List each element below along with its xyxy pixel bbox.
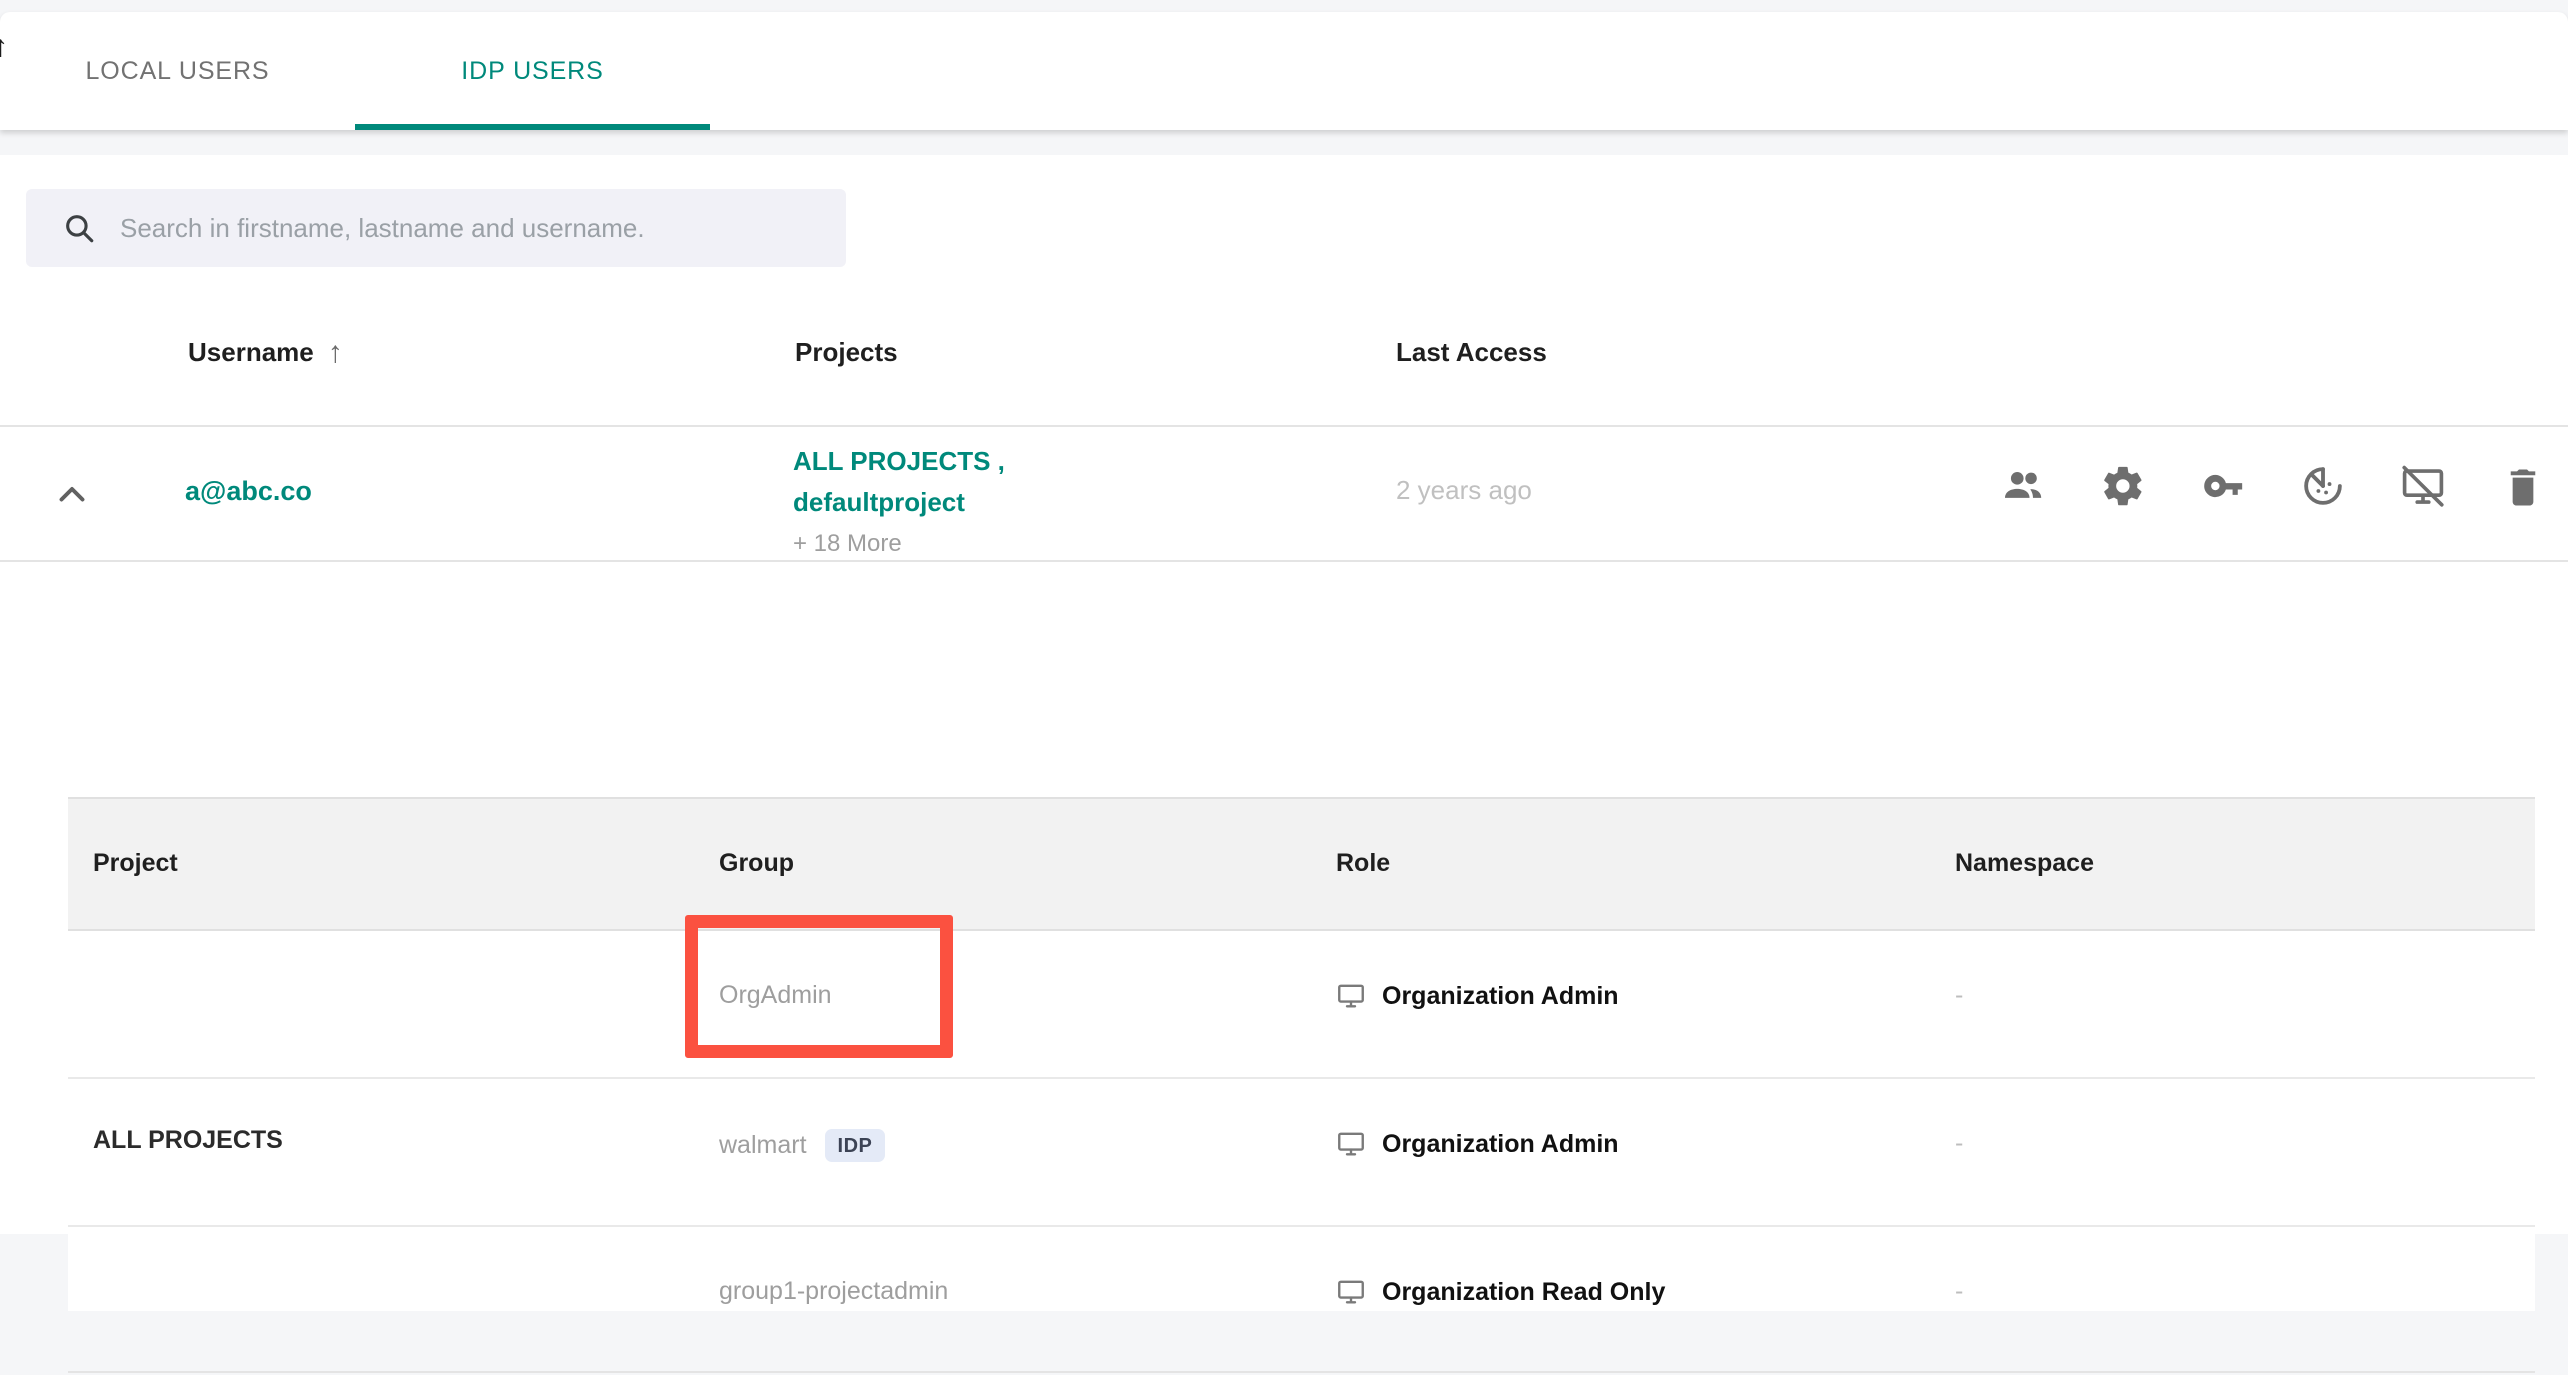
screen-off-icon[interactable] xyxy=(2400,463,2446,509)
chevron-up-icon[interactable] xyxy=(52,477,92,513)
monitor-icon xyxy=(1336,1277,1366,1307)
tab-bar: ↑ LOCAL USERS IDP USERS xyxy=(0,12,2568,130)
namespace-cell: - xyxy=(1955,981,1964,1009)
users-panel: Search in firstname, lastname and userna… xyxy=(0,155,2568,1373)
column-header-username[interactable]: Username ↑ xyxy=(188,337,343,368)
column-header-project: Project xyxy=(93,849,178,877)
search-placeholder: Search in firstname, lastname and userna… xyxy=(120,212,645,243)
monitor-icon xyxy=(1336,1129,1366,1159)
project-link-all-projects[interactable]: ALL PROJECTS , xyxy=(793,441,1193,482)
role-cell: Organization Read Only xyxy=(1336,1277,1665,1307)
group-name-cell: group1-projectadmin xyxy=(719,1277,948,1306)
tab-local-users-label: LOCAL USERS xyxy=(85,56,270,85)
role-label: Organization Admin xyxy=(1382,1129,1619,1158)
column-header-username-label: Username xyxy=(188,337,314,367)
table-row: walmart IDP Organization Admin - xyxy=(68,1079,2535,1227)
namespace-cell: - xyxy=(1955,1277,1964,1305)
settings-gear-icon[interactable] xyxy=(2100,463,2146,509)
namespace-cell: - xyxy=(1955,1129,1964,1157)
users-table-header: Username ↑ Projects Last Access xyxy=(0,305,2568,425)
group-name-cell: OrgAdmin xyxy=(719,981,832,1010)
tab-active-indicator xyxy=(355,124,710,130)
bottom-divider xyxy=(68,1371,2535,1373)
key-icon[interactable] xyxy=(2200,463,2246,509)
group-name-label: group1-projectadmin xyxy=(719,1277,949,1305)
table-row: OrgAdmin Organization Admin - xyxy=(68,931,2535,1079)
trash-delete-icon[interactable] xyxy=(2500,463,2546,509)
user-last-access: 2 years ago xyxy=(1396,475,1532,505)
tab-idp-users-label: IDP USERS xyxy=(461,56,604,85)
user-projects-cell: ALL PROJECTS , defaultproject + 18 More xyxy=(793,441,1193,565)
group-name-label: OrgAdmin xyxy=(719,981,832,1009)
column-header-role: Role xyxy=(1336,849,1391,877)
table-row[interactable]: a@abc.co ALL PROJECTS , defaultproject +… xyxy=(0,425,2568,562)
role-label: Organization Read Only xyxy=(1382,1277,1666,1306)
column-header-group: Group xyxy=(719,849,794,877)
search-icon xyxy=(62,211,96,245)
table-row: group1-projectadmin Organization Read On… xyxy=(68,1227,2535,1375)
search-input[interactable]: Search in firstname, lastname and userna… xyxy=(26,189,846,267)
column-header-last-access: Last Access xyxy=(1396,337,1547,368)
group-name-label: walmart xyxy=(719,1131,807,1159)
column-header-projects: Projects xyxy=(795,337,898,368)
sort-ascending-icon: ↑ xyxy=(327,335,343,369)
manage-groups-icon[interactable] xyxy=(2000,463,2046,509)
column-header-projects-label: Projects xyxy=(795,337,898,367)
projects-more-count[interactable]: + 18 More xyxy=(793,523,1193,565)
role-cell: Organization Admin xyxy=(1336,1129,1619,1159)
column-header-last-access-label: Last Access xyxy=(1396,337,1547,367)
idp-badge: IDP xyxy=(824,1129,886,1162)
role-label: Organization Admin xyxy=(1382,981,1619,1010)
history-timer-icon[interactable] xyxy=(2300,463,2346,509)
role-cell: Organization Admin xyxy=(1336,981,1619,1011)
row-action-buttons xyxy=(2000,463,2546,509)
roles-subtable-header: Project Group Role Namespace xyxy=(68,797,2535,931)
tab-idp-users[interactable]: IDP USERS xyxy=(355,12,710,130)
project-link-defaultproject[interactable]: defaultproject xyxy=(793,482,1193,523)
tab-local-users[interactable]: LOCAL USERS xyxy=(0,12,355,130)
group-name-cell: walmart IDP xyxy=(719,1129,886,1162)
user-username-link[interactable]: a@abc.co xyxy=(185,476,312,507)
tab-list: LOCAL USERS IDP USERS xyxy=(0,12,710,130)
monitor-icon xyxy=(1336,981,1366,1011)
column-header-namespace: Namespace xyxy=(1955,849,2094,877)
roles-subtable-body: ALL PROJECTS OrgAdmin Organization Admin xyxy=(68,931,2535,1311)
